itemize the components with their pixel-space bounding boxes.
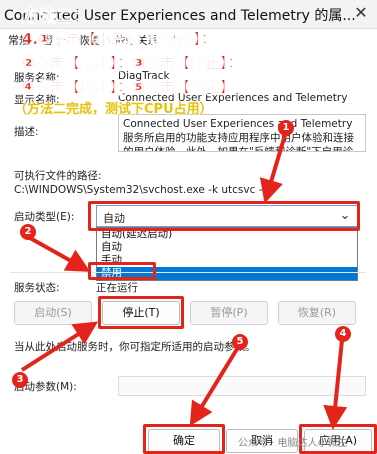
badge-1: 1 xyxy=(278,120,294,136)
arrow-5 xyxy=(189,342,242,427)
badge-2: 2 xyxy=(20,224,36,240)
overlay-line-2: ②点击【禁用】；③点击【停止】； xyxy=(22,54,243,73)
badge-5: 5 xyxy=(232,334,248,350)
badge-3: 3 xyxy=(12,372,28,388)
overlay-line-1: 4.①点击【小三角（图标）】； xyxy=(22,30,216,49)
overlay-line-3: ④点击【应用】；⑤点击【确定】 xyxy=(22,78,235,97)
arrow-1 xyxy=(259,134,287,204)
arrow-2 xyxy=(29,236,91,272)
arrow-3 xyxy=(20,321,99,372)
arrow-4 xyxy=(323,339,348,430)
overlay-line-4: （方法二完成，测试下CPU占用） xyxy=(14,102,213,117)
badge-4: 4 xyxy=(335,326,351,342)
overlay-method-title: 方法二： xyxy=(22,7,91,28)
watermark: 公众号 · 电脑达人小微生 xyxy=(238,438,348,449)
